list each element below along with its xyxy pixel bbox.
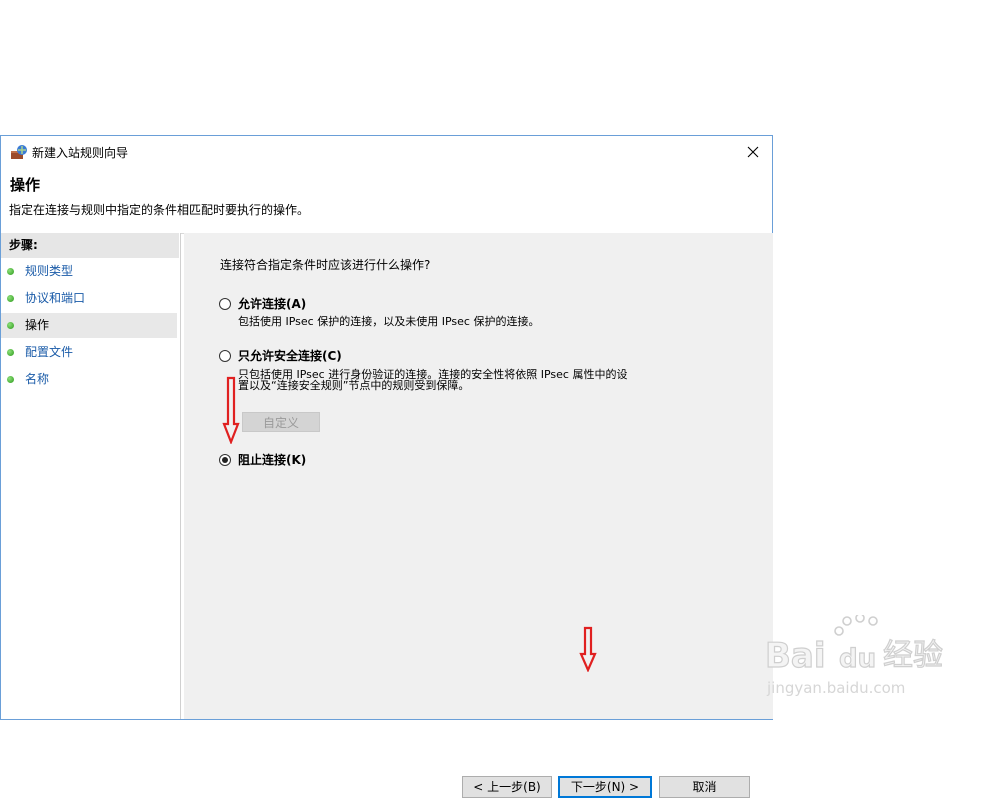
close-icon <box>747 146 759 158</box>
step-label: 操作 <box>25 318 50 332</box>
page-title: 操作 <box>10 176 41 194</box>
step-action[interactable]: 操作 <box>1 313 177 338</box>
baidu-jingyan-watermark: Bai du 经验 jingyan.baidu.com <box>765 615 944 697</box>
step-rule-type[interactable]: 规则类型 <box>1 259 177 284</box>
allow-secure-radio[interactable] <box>219 349 231 362</box>
step-protocol-ports[interactable]: 协议和端口 <box>1 286 177 311</box>
step-bullet-icon <box>7 322 14 329</box>
next-button[interactable]: 下一步(N) > <box>558 776 652 798</box>
action-question: 连接符合指定条件时应该进行什么操作? <box>220 258 431 272</box>
steps-title: 步骤: <box>1 233 179 258</box>
watermark-brand-latin: Bai <box>765 636 826 676</box>
wizard-header: 操作 指定在连接与规则中指定的条件相匹配时要执行的操作。 <box>1 168 772 234</box>
step-label: 协议和端口 <box>25 291 86 305</box>
annotation-arrow-icon <box>579 626 597 672</box>
step-name[interactable]: 名称 <box>1 367 177 392</box>
allow-radio[interactable] <box>219 297 231 310</box>
step-bullet-icon <box>7 295 14 302</box>
allow-secure-description-line2: 置以及“连接安全规则”节点中的规则受到保障。 <box>238 379 470 392</box>
cancel-button[interactable]: 取消 <box>659 776 750 798</box>
block-connection-option[interactable]: 阻止连接(K) <box>219 451 306 468</box>
watermark-brand-latin2: du <box>839 644 876 674</box>
step-label: 配置文件 <box>25 345 74 359</box>
window-title: 新建入站规则向导 <box>32 146 129 160</box>
allow-label[interactable]: 允许连接(A) <box>238 295 306 312</box>
watermark-url: jingyan.baidu.com <box>766 679 905 697</box>
step-label: 规则类型 <box>25 264 74 278</box>
watermark-brand-cn: 经验 <box>883 638 943 673</box>
step-bullet-icon <box>7 349 14 356</box>
action-panel: 连接符合指定条件时应该进行什么操作? 允许连接(A) 包括使用 IPsec 保护… <box>184 233 773 798</box>
step-profile[interactable]: 配置文件 <box>1 340 177 365</box>
annotation-arrow-icon <box>222 376 240 444</box>
allow-description: 包括使用 IPsec 保护的连接，以及未使用 IPsec 保护的连接。 <box>238 315 540 328</box>
page-description: 指定在连接与规则中指定的条件相匹配时要执行的操作。 <box>9 203 310 217</box>
block-radio[interactable] <box>219 453 231 466</box>
allow-secure-option[interactable]: 只允许安全连接(C) <box>219 347 342 364</box>
close-button[interactable] <box>734 136 772 168</box>
allow-secure-label[interactable]: 只允许安全连接(C) <box>238 347 342 364</box>
firewall-app-icon <box>11 145 27 159</box>
allow-connection-option[interactable]: 允许连接(A) <box>219 295 306 312</box>
wizard-window: 新建入站规则向导 操作 指定在连接与规则中指定的条件相匹配时要执行的操作。 步骤… <box>0 135 773 798</box>
customize-button[interactable]: 自定义 <box>242 412 320 432</box>
step-bullet-icon <box>7 268 14 275</box>
steps-sidebar: 步骤: 规则类型 协议和端口 操作 配置文件 名称 <box>1 233 181 719</box>
step-bullet-icon <box>7 376 14 383</box>
title-bar: 新建入站规则向导 <box>1 136 772 168</box>
step-label: 名称 <box>25 372 50 386</box>
block-label[interactable]: 阻止连接(K) <box>238 451 306 468</box>
back-button[interactable]: < 上一步(B) <box>462 776 552 798</box>
